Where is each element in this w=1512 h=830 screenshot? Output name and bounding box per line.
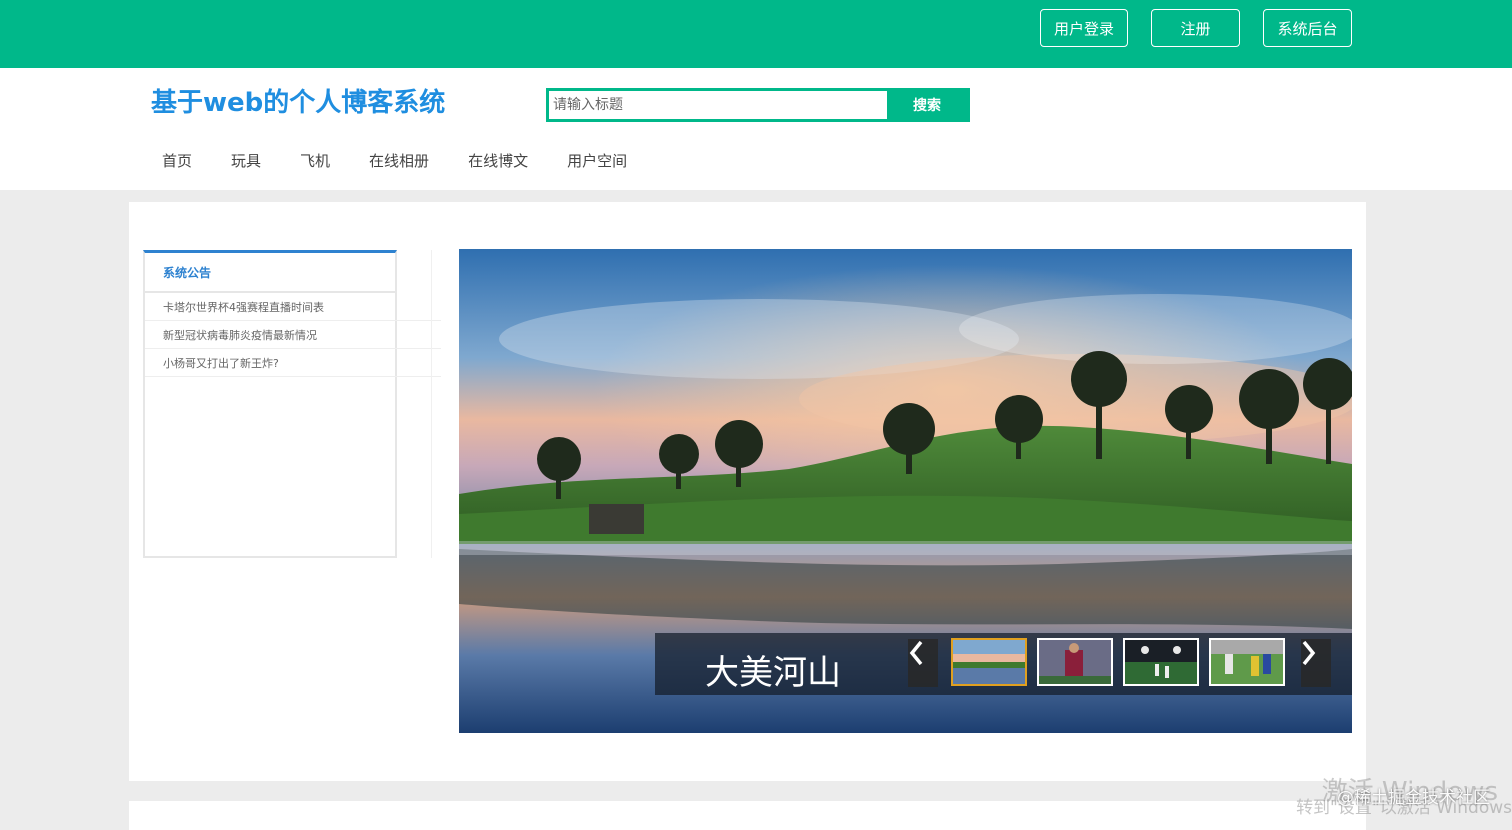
nav-item-planes[interactable]: 飞机 — [300, 150, 330, 171]
admin-button[interactable]: 系统后台 — [1263, 9, 1352, 47]
secondary-content-card — [129, 801, 1366, 830]
slide-thumb-soccer-match[interactable] — [1209, 638, 1285, 686]
nav-item-album[interactable]: 在线相册 — [369, 150, 429, 171]
search-button[interactable]: 搜索 — [887, 91, 967, 119]
notice-panel: 系统公告 卡塔尔世界杯4强赛程直播时间表 新型冠状病毒肺炎疫情最新情况 小杨哥又… — [143, 250, 441, 558]
slide-thumb-landscape[interactable] — [951, 638, 1027, 686]
notice-item[interactable]: 卡塔尔世界杯4强赛程直播时间表 — [145, 293, 441, 321]
nav-item-toys[interactable]: 玩具 — [231, 150, 261, 171]
notice-item[interactable]: 新型冠状病毒肺炎疫情最新情况 — [145, 321, 441, 349]
main-content-card: 系统公告 卡塔尔世界杯4强赛程直播时间表 新型冠状病毒肺炎疫情最新情况 小杨哥又… — [129, 202, 1366, 781]
notice-title: 系统公告 — [145, 253, 395, 293]
nav-item-user-space[interactable]: 用户空间 — [567, 150, 627, 171]
slide-caption: 大美河山 — [705, 653, 841, 693]
search-box: 搜索 — [546, 88, 970, 122]
image-slider[interactable]: 大美河山 — [459, 249, 1352, 733]
chevron-left-icon[interactable] — [908, 639, 938, 687]
main-nav: 首页 玩具 飞机 在线相册 在线博文 用户空间 — [162, 150, 666, 171]
site-title[interactable]: 基于web的个人博客系统 — [151, 82, 445, 119]
login-button[interactable]: 用户登录 — [1040, 9, 1128, 47]
header: 基于web的个人博客系统 搜索 首页 玩具 飞机 在线相册 在线博文 用户空间 — [0, 68, 1512, 190]
slide-thumb-stadium[interactable] — [1123, 638, 1199, 686]
top-bar: 用户登录 注册 系统后台 — [0, 0, 1512, 68]
slide-caption-bar: 大美河山 — [655, 633, 1352, 695]
notice-item[interactable]: 小杨哥又打出了新王炸? — [145, 349, 441, 377]
chevron-right-icon[interactable] — [1301, 639, 1331, 687]
search-input[interactable] — [549, 91, 887, 119]
divider — [431, 250, 432, 558]
source-credit: @稀土掘金技术社区 — [1337, 788, 1490, 808]
slide-thumb-soccer-player[interactable] — [1037, 638, 1113, 686]
nav-item-articles[interactable]: 在线博文 — [468, 150, 528, 171]
register-button[interactable]: 注册 — [1151, 9, 1240, 47]
nav-item-home[interactable]: 首页 — [162, 150, 192, 171]
